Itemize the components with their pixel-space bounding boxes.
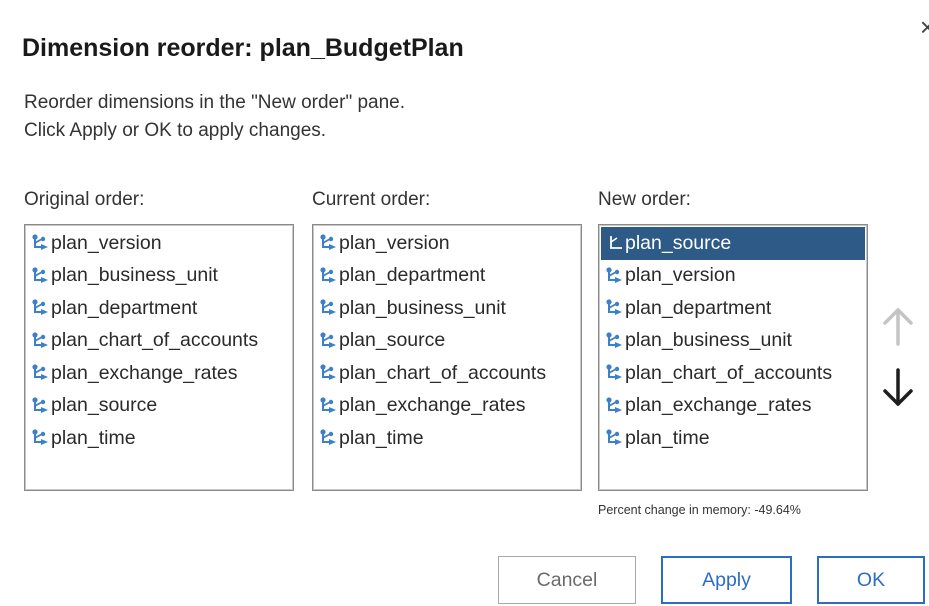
dimension-icon bbox=[604, 266, 624, 286]
dimension-selected-icon bbox=[604, 233, 624, 253]
dimension-icon bbox=[318, 363, 338, 383]
dimension-icon bbox=[30, 266, 50, 286]
dimension-icon bbox=[30, 233, 50, 253]
dimension-reorder-dialog: × Dimension reorder: plan_BudgetPlan Reo… bbox=[0, 0, 929, 606]
dimension-icon bbox=[30, 396, 50, 416]
original-order-list[interactable]: plan_version plan_business_unit plan_depar… bbox=[24, 224, 294, 491]
dimension-icon bbox=[30, 363, 50, 383]
list-item-label: plan_version bbox=[51, 231, 162, 254]
list-item-label: plan_time bbox=[625, 426, 710, 449]
cancel-button[interactable]: Cancel bbox=[498, 556, 636, 604]
list-item[interactable]: plan_chart_of_accounts bbox=[25, 325, 293, 358]
memory-change-text: Percent change in memory: -49.64% bbox=[598, 503, 801, 517]
list-item[interactable]: plan_source bbox=[313, 325, 581, 358]
current-order-label: Current order: bbox=[312, 189, 431, 210]
list-item-label: plan_department bbox=[339, 264, 486, 287]
list-item[interactable]: plan_version bbox=[599, 260, 867, 293]
list-item[interactable]: plan_source bbox=[601, 227, 865, 260]
list-item-label: plan_business_unit bbox=[339, 296, 506, 319]
dimension-icon bbox=[30, 298, 50, 318]
list-item-label: plan_department bbox=[625, 296, 772, 319]
current-order-list[interactable]: plan_version plan_department plan_business… bbox=[312, 224, 582, 491]
list-item-label: plan_department bbox=[51, 296, 198, 319]
list-item-label: plan_business_unit bbox=[51, 264, 218, 287]
list-item[interactable]: plan_exchange_rates bbox=[599, 390, 867, 423]
list-item[interactable]: plan_business_unit bbox=[313, 292, 581, 325]
new-order-label: New order: bbox=[598, 189, 691, 210]
arrow-down-icon[interactable] bbox=[878, 366, 918, 410]
list-item[interactable]: plan_chart_of_accounts bbox=[313, 357, 581, 390]
list-item[interactable]: plan_time bbox=[313, 422, 581, 455]
list-item[interactable]: plan_business_unit bbox=[25, 260, 293, 293]
list-item-label: plan_business_unit bbox=[625, 329, 792, 352]
list-item[interactable]: plan_department bbox=[599, 292, 867, 325]
dimension-icon bbox=[318, 298, 338, 318]
list-item[interactable]: plan_chart_of_accounts bbox=[599, 357, 867, 390]
original-order-label: Original order: bbox=[24, 189, 145, 210]
dimension-icon bbox=[604, 428, 624, 448]
list-item-label: plan_exchange_rates bbox=[339, 394, 526, 417]
list-item-label: plan_time bbox=[51, 426, 136, 449]
instruction-line-1: Reorder dimensions in the "New order" pa… bbox=[24, 92, 406, 113]
ok-button[interactable]: OK bbox=[817, 556, 925, 604]
list-item-label: plan_source bbox=[339, 329, 446, 352]
dimension-icon bbox=[318, 233, 338, 253]
list-item-label: plan_chart_of_accounts bbox=[625, 361, 833, 384]
dimension-icon bbox=[318, 266, 338, 286]
list-item[interactable]: plan_department bbox=[25, 292, 293, 325]
list-item[interactable]: plan_time bbox=[25, 422, 293, 455]
new-order-list[interactable]: plan_source plan_version plan_departmentpl… bbox=[598, 224, 868, 491]
close-icon[interactable]: × bbox=[920, 14, 929, 40]
list-item-label: plan_version bbox=[625, 264, 736, 287]
arrow-up-icon[interactable] bbox=[878, 304, 918, 348]
list-item[interactable]: plan_version bbox=[313, 227, 581, 260]
dimension-icon bbox=[604, 396, 624, 416]
list-item-label: plan_version bbox=[339, 231, 450, 254]
list-item[interactable]: plan_business_unit bbox=[599, 325, 867, 358]
list-item-label: plan_exchange_rates bbox=[625, 394, 812, 417]
list-item[interactable]: plan_exchange_rates bbox=[313, 390, 581, 423]
dimension-icon bbox=[604, 331, 624, 351]
instruction-line-2: Click Apply or OK to apply changes. bbox=[24, 120, 327, 141]
list-item-label: plan_chart_of_accounts bbox=[339, 361, 547, 384]
list-item-label: plan_source bbox=[625, 231, 732, 254]
list-item-label: plan_time bbox=[339, 426, 424, 449]
list-item-label: plan_exchange_rates bbox=[51, 361, 238, 384]
list-item[interactable]: plan_exchange_rates bbox=[25, 357, 293, 390]
dimension-icon bbox=[318, 396, 338, 416]
dimension-icon bbox=[318, 428, 338, 448]
dimension-icon bbox=[604, 363, 624, 383]
list-item[interactable]: plan_department bbox=[313, 260, 581, 293]
list-item[interactable]: plan_time bbox=[599, 422, 867, 455]
dimension-icon bbox=[30, 331, 50, 351]
dimension-icon bbox=[30, 428, 50, 448]
dimension-icon bbox=[318, 331, 338, 351]
list-item-label: plan_chart_of_accounts bbox=[51, 329, 259, 352]
dialog-title: Dimension reorder: plan_BudgetPlan bbox=[22, 34, 464, 62]
list-item[interactable]: plan_version bbox=[25, 227, 293, 260]
list-item[interactable]: plan_source bbox=[25, 390, 293, 423]
list-item-label: plan_source bbox=[51, 394, 158, 417]
dimension-icon bbox=[604, 298, 624, 318]
apply-button[interactable]: Apply bbox=[661, 556, 792, 604]
